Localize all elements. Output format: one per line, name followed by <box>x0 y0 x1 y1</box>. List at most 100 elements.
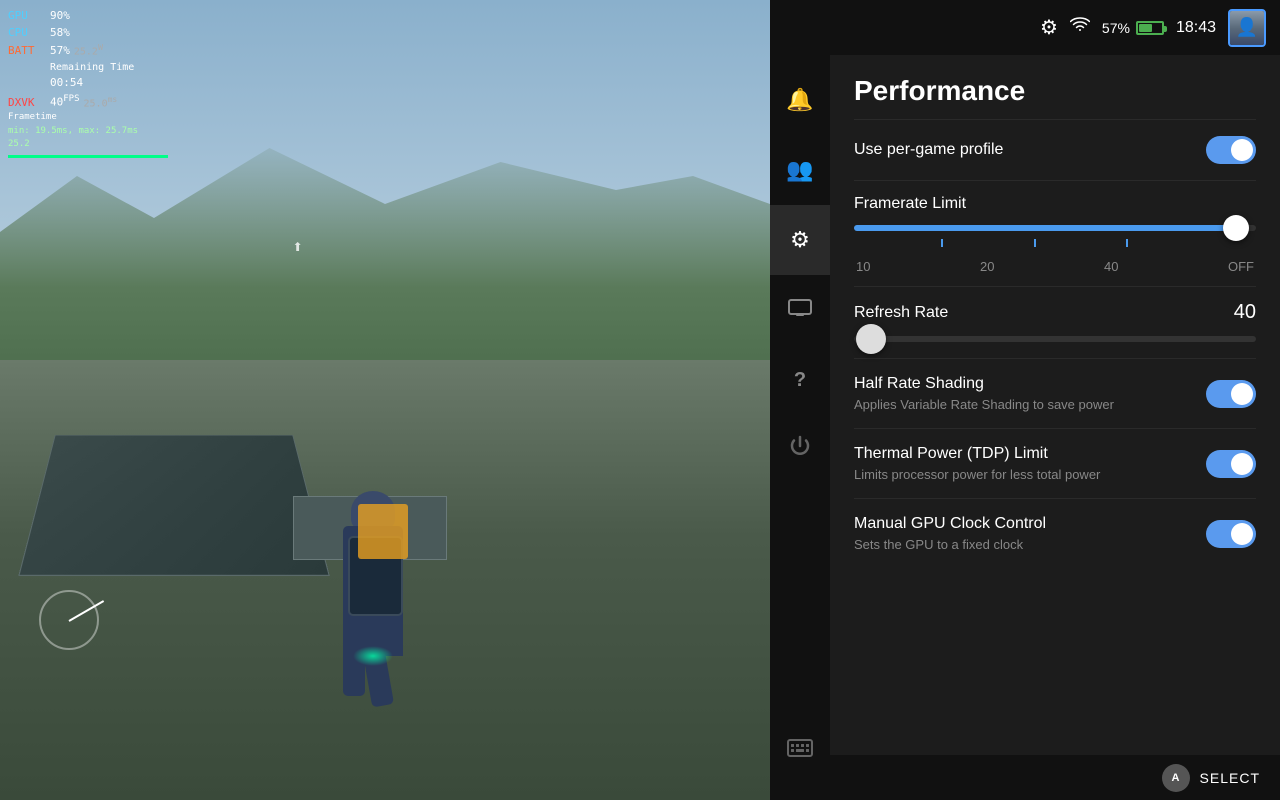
gear-icon: ⚙ <box>790 227 810 253</box>
power-icon <box>789 435 811 465</box>
waypoint-marker: ⬆ <box>293 240 303 254</box>
half-rate-shading-sublabel: Applies Variable Rate Shading to save po… <box>854 397 1114 412</box>
setting-per-game-profile: Use per-game profile <box>854 120 1256 181</box>
users-icon: 👥 <box>786 157 813 183</box>
refresh-rate-label: Refresh Rate <box>854 304 948 322</box>
framerate-label-off: OFF <box>1228 259 1254 274</box>
char-backpack-detail <box>358 504 408 559</box>
hud-stats: GPU 90% CPU 58% BATT 57% 25.2W Remaining… <box>8 8 138 152</box>
hud-frametime-val: 25.2 <box>8 138 138 152</box>
hud-frametime-label: Frametime <box>8 111 138 125</box>
display-icon <box>788 299 812 322</box>
framerate-slider-track[interactable] <box>854 225 1256 231</box>
tdp-limit-thumb <box>1231 453 1253 475</box>
compass-area <box>39 590 129 680</box>
sidebar-item-users[interactable]: 👥 <box>770 135 830 205</box>
bell-icon: 🔔 <box>786 87 813 113</box>
avatar[interactable]: 👤 <box>1228 9 1266 47</box>
battery-indicator: 57% <box>1102 20 1164 36</box>
half-rate-shading-thumb <box>1231 383 1253 405</box>
setting-refresh-rate: Refresh Rate 40 <box>854 287 1256 359</box>
half-rate-shading-label: Half Rate Shading <box>854 375 1114 393</box>
manual-gpu-clock-label: Manual GPU Clock Control <box>854 515 1046 533</box>
hud-batt-val: 57% <box>50 43 70 60</box>
manual-gpu-clock-toggle[interactable] <box>1206 520 1256 548</box>
game-viewport: GPU 90% CPU 58% BATT 57% 25.2W Remaining… <box>0 0 770 800</box>
hud-remaining-label: Remaining Time <box>50 60 134 75</box>
framerate-label-40: 40 <box>1104 259 1118 274</box>
half-rate-shading-toggle[interactable] <box>1206 380 1256 408</box>
settings-icon[interactable]: ⚙ <box>1040 15 1058 40</box>
platform-left <box>18 435 329 576</box>
hud-cpu-label: CPU <box>8 25 46 42</box>
hud-dxvk-label: DXVK <box>8 95 46 112</box>
hud-fps-val: 40FPS <box>50 93 80 111</box>
hud-gpu-label: GPU <box>8 8 46 25</box>
side-panel: 🔔 👥 ⚙ ? <box>770 0 1280 800</box>
sidebar-item-notifications[interactable]: 🔔 <box>770 65 830 135</box>
manual-gpu-clock-thumb <box>1231 523 1253 545</box>
per-game-profile-thumb <box>1231 139 1253 161</box>
tdp-limit-label: Thermal Power (TDP) Limit <box>854 445 1100 463</box>
select-action-label: SELECT <box>1200 770 1260 786</box>
setting-half-rate-shading: Half Rate Shading Applies Variable Rate … <box>854 359 1256 429</box>
frametime-bar <box>8 155 168 158</box>
hud-batt-watts: 25.2W <box>74 41 103 59</box>
hud-cpu-val: 58% <box>50 25 70 42</box>
keyboard-icon <box>787 737 813 763</box>
help-icon: ? <box>794 369 806 392</box>
setting-framerate-limit: Framerate Limit 10 20 40 <box>854 181 1256 287</box>
tdp-limit-sublabel: Limits processor power for less total po… <box>854 467 1100 482</box>
tdp-limit-toggle[interactable] <box>1206 450 1256 478</box>
framerate-slider-labels: 10 20 40 OFF <box>854 259 1256 274</box>
hud-batt-label: BATT <box>8 43 46 60</box>
refresh-rate-value: 40 <box>1234 301 1256 324</box>
main-content-wrapper: ⚙ 57% 18:43 👤 Performa <box>830 0 1280 800</box>
avatar-image: 👤 <box>1230 11 1264 45</box>
hud-time-val: 00:54 <box>50 75 83 92</box>
battery-icon <box>1136 21 1164 35</box>
sidebar-top-area <box>770 10 830 65</box>
framerate-slider-container: 10 20 40 OFF <box>854 213 1256 278</box>
compass-circle <box>39 590 99 650</box>
status-time: 18:43 <box>1176 19 1216 37</box>
char-body <box>343 526 403 656</box>
setting-manual-gpu-clock: Manual GPU Clock Control Sets the GPU to… <box>854 499 1256 568</box>
setting-tdp-limit: Thermal Power (TDP) Limit Limits process… <box>854 429 1256 499</box>
battery-fill <box>1139 24 1152 32</box>
framerate-slider-thumb[interactable] <box>1223 215 1249 241</box>
framerate-label-10: 10 <box>856 259 870 274</box>
sidebar: 🔔 👥 ⚙ ? <box>770 0 830 800</box>
battery-pct-label: 57% <box>1102 20 1130 36</box>
char-glow <box>353 646 393 666</box>
sidebar-item-keyboard[interactable] <box>770 715 830 785</box>
wifi-icon <box>1070 17 1090 38</box>
per-game-profile-toggle[interactable] <box>1206 136 1256 164</box>
main-panel: Performance Use per-game profile Framera… <box>830 55 1280 755</box>
manual-gpu-clock-sublabel: Sets the GPU to a fixed clock <box>854 537 1046 552</box>
tdp-limit-text: Thermal Power (TDP) Limit Limits process… <box>854 445 1100 482</box>
framerate-slider-fill <box>854 225 1236 231</box>
framerate-limit-label: Framerate Limit <box>854 195 966 212</box>
half-rate-shading-text: Half Rate Shading Applies Variable Rate … <box>854 375 1114 412</box>
select-button-label: A <box>1172 772 1180 784</box>
sidebar-item-settings[interactable]: ⚙ <box>770 205 830 275</box>
top-status-bar: ⚙ 57% 18:43 👤 <box>830 0 1280 55</box>
page-title: Performance <box>854 75 1256 107</box>
sidebar-item-display[interactable] <box>770 275 830 345</box>
sidebar-item-help[interactable]: ? <box>770 345 830 415</box>
frametime-bar-fill <box>8 155 168 158</box>
refresh-rate-slider-track[interactable] <box>854 336 1256 342</box>
framerate-label-20: 20 <box>980 259 994 274</box>
hud-frametime-detail: min: 19.5ms, max: 25.7ms <box>8 125 138 139</box>
hud-ms-val: 25.0ms <box>84 94 118 111</box>
character <box>323 456 423 656</box>
refresh-rate-header: Refresh Rate 40 <box>854 301 1256 324</box>
sidebar-item-power[interactable] <box>770 415 830 485</box>
select-button[interactable]: A <box>1162 764 1190 792</box>
per-game-profile-label: Use per-game profile <box>854 141 1003 159</box>
manual-gpu-clock-text: Manual GPU Clock Control Sets the GPU to… <box>854 515 1046 552</box>
char-backpack <box>348 536 403 616</box>
refresh-rate-slider-thumb[interactable] <box>856 324 886 354</box>
hud-gpu-val: 90% <box>50 8 70 25</box>
